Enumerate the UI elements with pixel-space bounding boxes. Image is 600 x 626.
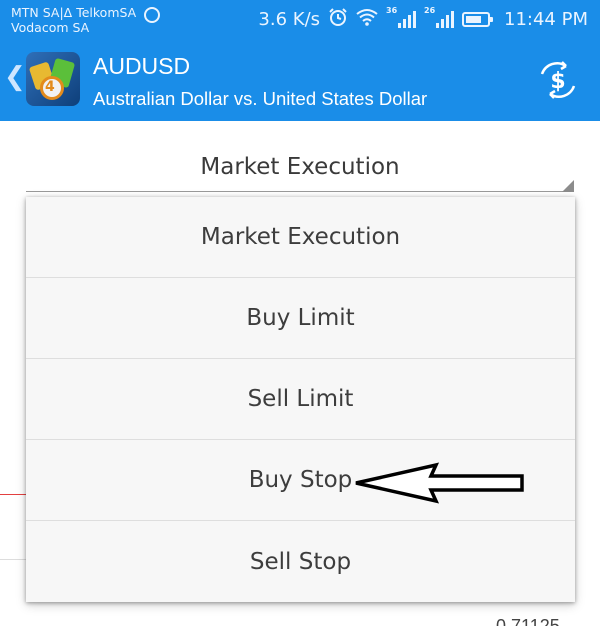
execution-type-select[interactable]: Market Execution [26, 140, 574, 196]
carrier-line-2: Vodacom SA [11, 20, 90, 35]
execution-type-value: Market Execution [200, 154, 400, 180]
dropdown-triangle-icon [562, 180, 574, 192]
signal-label-sim2: 26 [424, 6, 436, 15]
signal-label-sim1: 36 [386, 6, 398, 15]
svg-text:$: $ [550, 69, 565, 94]
alarm-icon [328, 7, 348, 31]
symbol-title: AUDUSD [93, 53, 191, 79]
chevron-left-icon[interactable]: ❮ [4, 64, 26, 90]
symbol-description: Australian Dollar vs. United States Doll… [93, 88, 428, 109]
price-value: 0.71125 [496, 616, 560, 626]
option-market-execution[interactable]: Market Execution [26, 197, 575, 278]
execution-type-dropdown: Market Execution Buy Limit Sell Limit Bu… [26, 197, 575, 602]
option-sell-stop[interactable]: Sell Stop [26, 521, 575, 602]
app-header: MTN SA|Δ TelkomSA Vodacom SA 3.6 K/s 36 … [0, 0, 600, 121]
metatrader-logo-icon[interactable]: 4 [26, 52, 80, 106]
carrier-info: MTN SA|Δ TelkomSA Vodacom SA [11, 3, 161, 37]
currency-exchange-icon[interactable]: $ [536, 60, 580, 100]
select-underline [26, 191, 574, 192]
option-buy-limit[interactable]: Buy Limit [26, 278, 575, 359]
logo-number: 4 [45, 79, 55, 95]
divider [0, 559, 28, 560]
network-speed: 3.6 K/s [258, 8, 321, 30]
left-arrow-annotation [355, 462, 524, 504]
option-sell-limit[interactable]: Sell Limit [26, 359, 575, 440]
wifi-icon [356, 8, 378, 31]
status-icons: 3.6 K/s 36 26 11:44 PM [258, 6, 588, 32]
battery-icon [462, 11, 494, 27]
signal-icon-sim2: 26 [424, 6, 455, 28]
clock: 11:44 PM [504, 8, 588, 30]
price-line [0, 494, 28, 495]
signal-icon-sim1: 36 [386, 6, 417, 28]
